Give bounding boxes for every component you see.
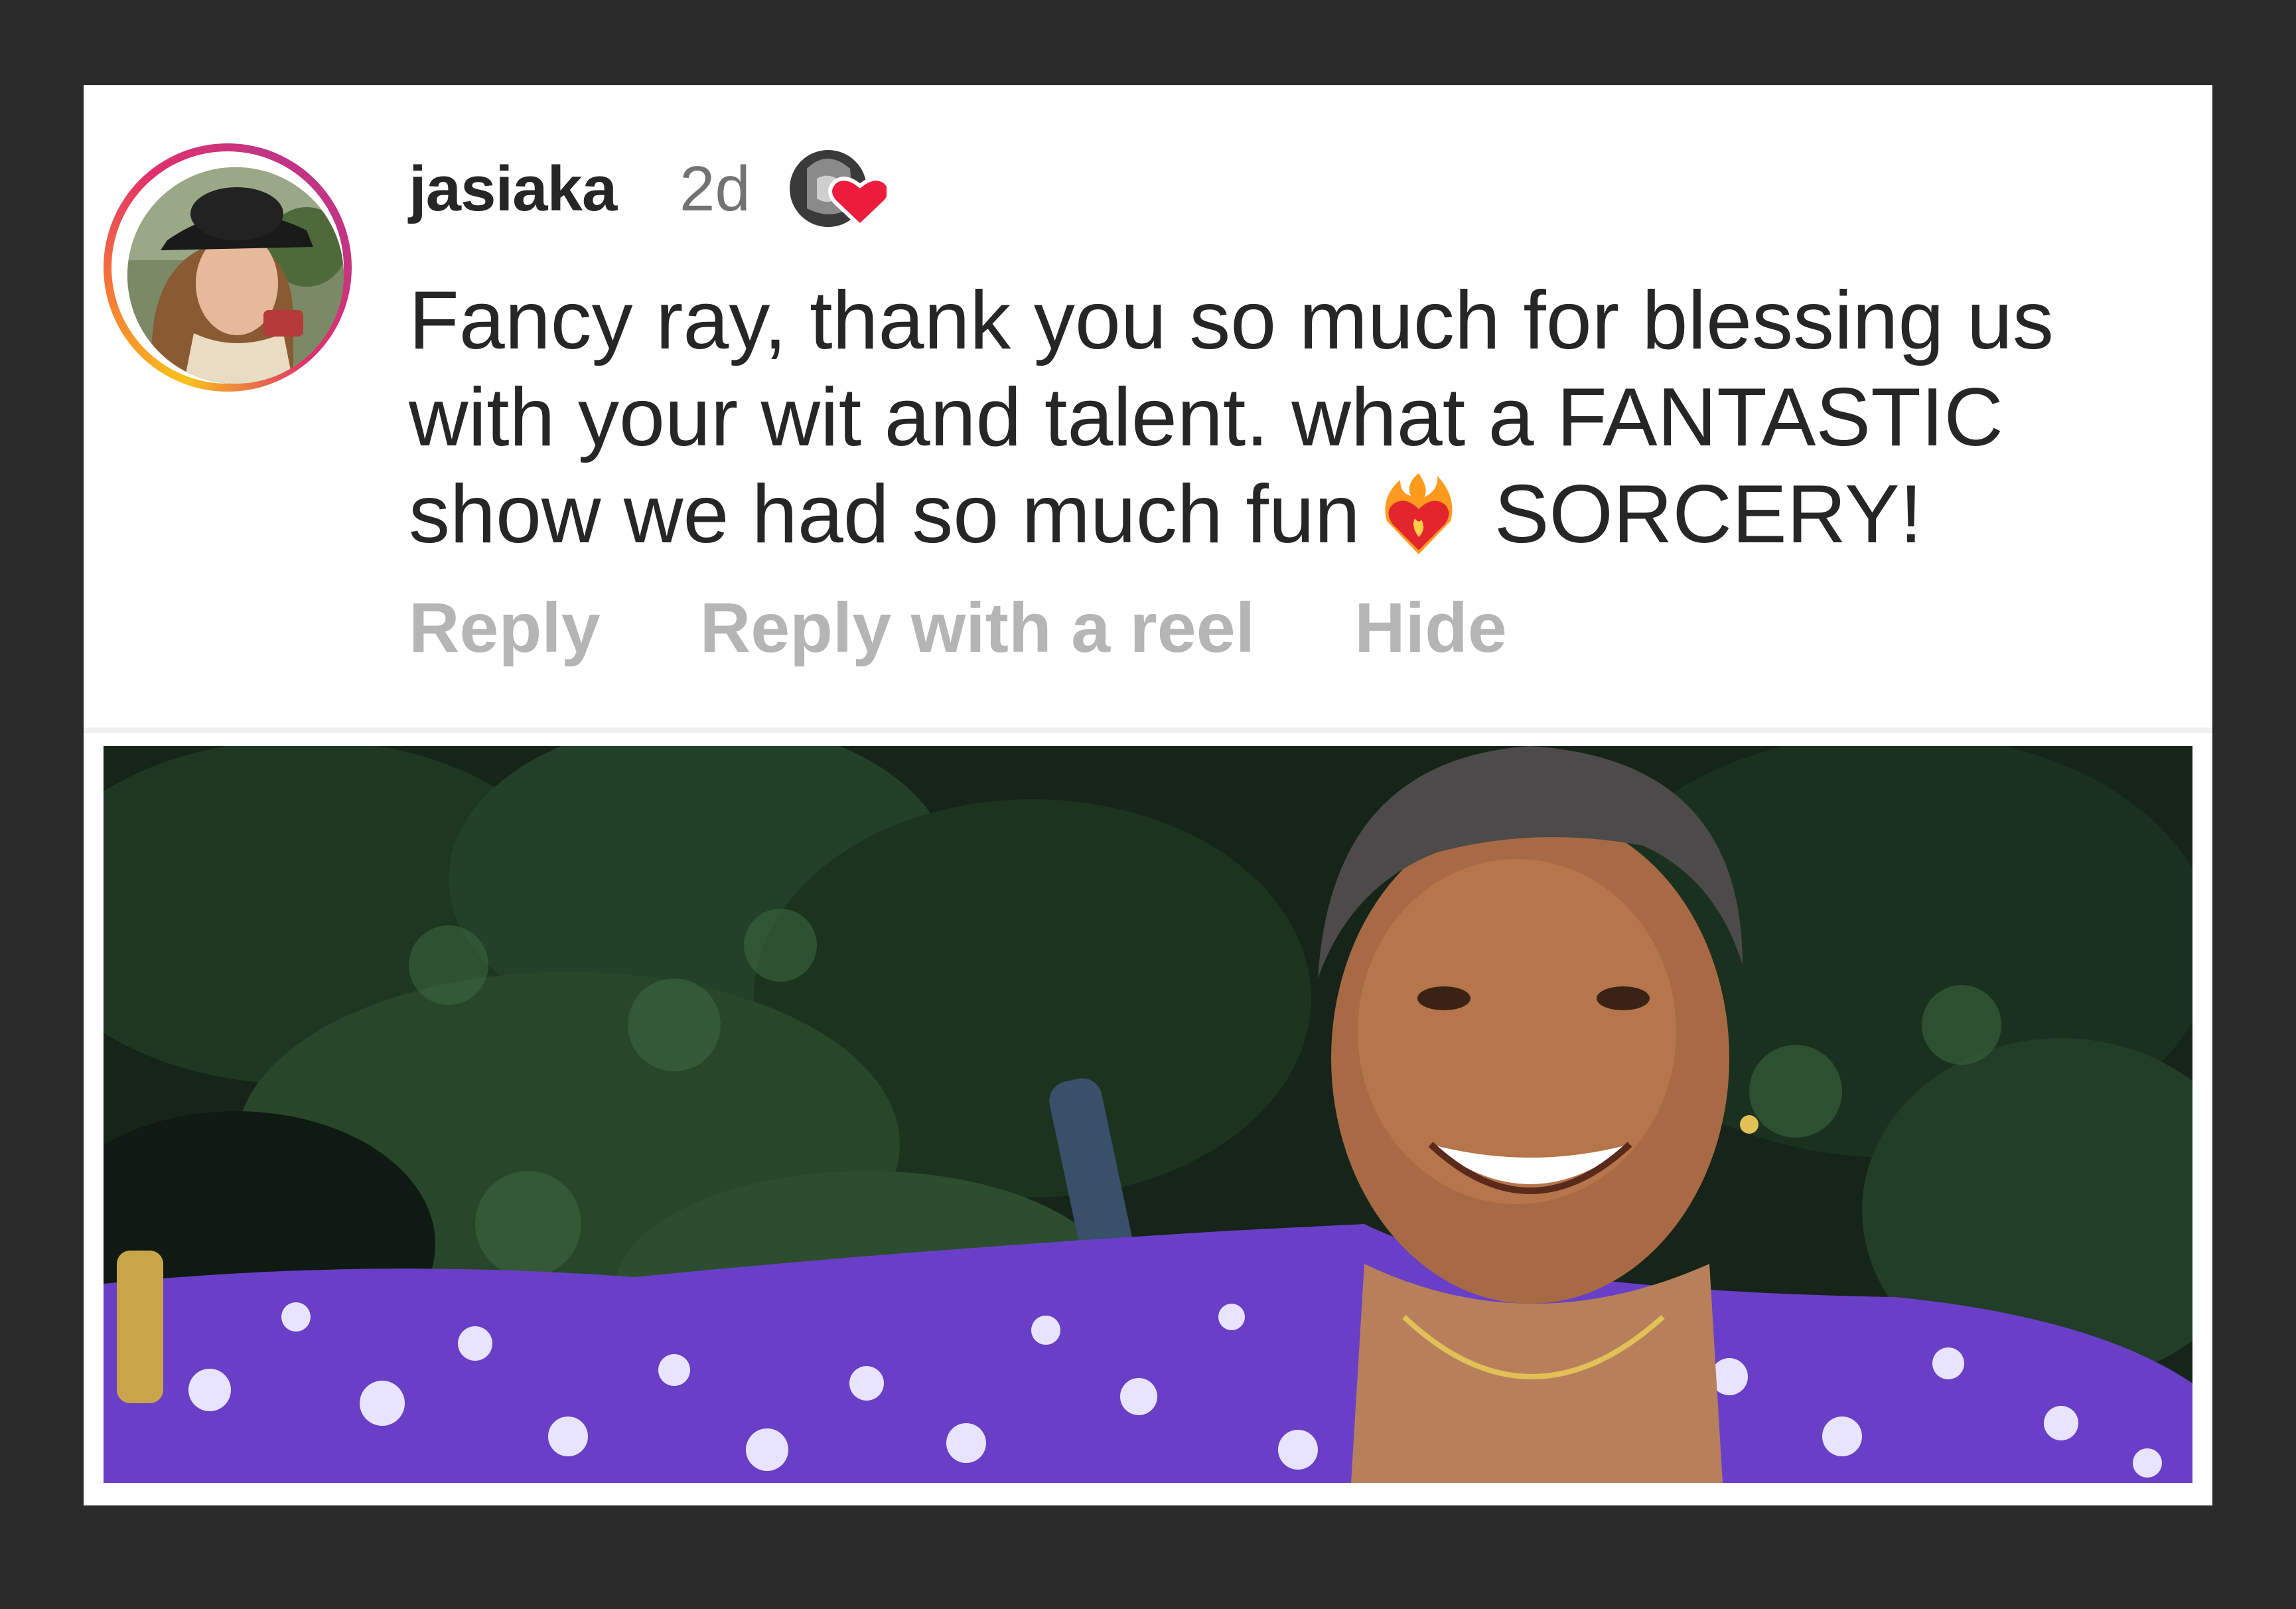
hide-button[interactable]: Hide xyxy=(1354,588,1507,674)
comment-line: show we had so much fun xyxy=(409,469,1360,560)
avatar-photo xyxy=(127,167,344,384)
reply-with-reel-button[interactable]: Reply with a reel xyxy=(700,588,1256,674)
comment-line: Fancy ray, thank you so much for blessin… xyxy=(409,275,2054,366)
username[interactable]: jasiaka xyxy=(409,153,617,226)
reply-button[interactable]: Reply xyxy=(409,588,601,674)
comment-actions: Reply Reply with a reel Hide xyxy=(409,588,1507,674)
heart-on-fire-icon xyxy=(1385,473,1453,554)
reel-video[interactable] xyxy=(104,746,2192,1483)
creator-liked-badge xyxy=(790,150,887,229)
avatar[interactable] xyxy=(127,167,344,384)
comment-line: with your wit and talent. what a FANTAST… xyxy=(409,372,2003,463)
comment-text: Fancy ray, thank you so much for blessin… xyxy=(409,272,2200,563)
screenshot-frame: jasiaka 2d Fancy ray, thank you so much … xyxy=(0,0,2296,1609)
timestamp: 2d xyxy=(680,153,751,224)
comment-card: jasiaka 2d Fancy ray, thank you so much … xyxy=(84,85,2212,1505)
divider xyxy=(84,728,2212,733)
comment-emphasis: SORCERY! xyxy=(1494,469,1923,560)
reel-frame-image xyxy=(104,746,2192,1483)
story-ring[interactable] xyxy=(104,143,352,392)
